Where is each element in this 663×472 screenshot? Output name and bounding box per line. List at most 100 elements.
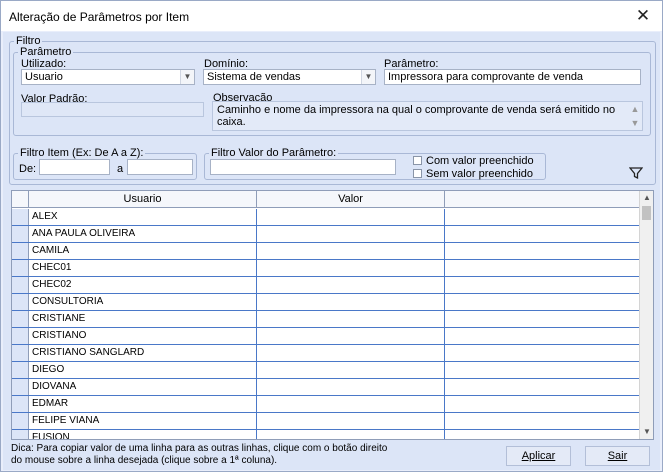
row-selector[interactable] [12,362,29,378]
row-selector[interactable] [12,345,29,361]
table-row[interactable]: DIOVANA [12,379,640,396]
row-selector[interactable] [12,294,29,310]
com-valor-checkbox[interactable] [413,156,422,165]
column-header-blank [445,191,640,208]
table-row[interactable]: FUSION [12,430,640,439]
row-selector[interactable] [12,430,29,439]
cell-usuario[interactable]: CONSULTORIA [29,294,257,310]
com-valor-label: Com valor preenchido [426,155,534,167]
cell-valor[interactable] [257,430,445,439]
de-label: De: [19,163,37,175]
cell-usuario[interactable]: ALEX [29,209,257,225]
cell-valor[interactable] [257,362,445,378]
cell-usuario[interactable]: DIOVANA [29,379,257,395]
row-selector[interactable] [12,226,29,242]
cell-valor[interactable] [257,413,445,429]
cell-valor[interactable] [257,396,445,412]
cell-usuario[interactable]: ANA PAULA OLIVEIRA [29,226,257,242]
table-row[interactable]: ALEX [12,209,640,226]
funnel-icon[interactable] [629,166,643,180]
title-bar: Alteração de Parâmetros por Item ✕ [1,1,662,31]
grid-scrollbar[interactable]: ▲ ▼ [639,191,653,439]
parametro-legend: Parâmetro [20,46,72,58]
valor-padrao-field [21,102,204,117]
cell-usuario[interactable]: CRISTIANO [29,328,257,344]
cell-usuario[interactable]: FUSION [29,430,257,439]
a-label: a [117,163,124,175]
row-selector[interactable] [12,243,29,259]
close-icon[interactable]: ✕ [632,5,654,27]
cell-usuario[interactable]: DIEGO [29,362,257,378]
cell-blank [445,345,640,361]
chevron-down-icon[interactable]: ▼ [628,118,642,128]
observacao-text: Caminho e nome da impressora na qual o c… [217,104,616,128]
cell-blank [445,430,640,439]
parametro-value: Impressora para comprovante de venda [388,71,584,83]
filtro-valor-input[interactable] [210,159,396,175]
cell-valor[interactable] [257,277,445,293]
table-row[interactable]: EDMAR [12,396,640,413]
cell-valor[interactable] [257,294,445,310]
cell-valor[interactable] [257,226,445,242]
chevron-down-icon[interactable]: ▼ [640,425,653,439]
parametro-field[interactable]: Impressora para comprovante de venda [384,69,641,85]
de-input[interactable] [39,159,110,175]
row-selector[interactable] [12,311,29,327]
cell-blank [445,413,640,429]
table-row[interactable]: CRISTIANO SANGLARD [12,345,640,362]
cell-usuario[interactable]: EDMAR [29,396,257,412]
cell-usuario[interactable]: CRISTIANO SANGLARD [29,345,257,361]
chevron-up-icon[interactable]: ▲ [628,104,642,114]
table-row[interactable]: FELIPE VIANA [12,413,640,430]
cell-blank [445,311,640,327]
dominio-combo[interactable]: Sistema de vendas ▼ [203,69,376,85]
chevron-up-icon[interactable]: ▲ [640,191,653,205]
cell-usuario[interactable]: CRISTIANE [29,311,257,327]
row-selector[interactable] [12,277,29,293]
column-header-usuario[interactable]: Usuario [29,191,257,208]
table-row[interactable]: CONSULTORIA [12,294,640,311]
cell-usuario[interactable]: FELIPE VIANA [29,413,257,429]
cell-usuario[interactable]: CAMILA [29,243,257,259]
table-row[interactable]: CRISTIANO [12,328,640,345]
cell-usuario[interactable]: CHEC01 [29,260,257,276]
cell-valor[interactable] [257,260,445,276]
table-row[interactable]: CAMILA [12,243,640,260]
observacao-scrollbar[interactable]: ▲ ▼ [628,102,642,130]
a-input[interactable] [127,159,193,175]
sair-button[interactable]: Sair [585,446,650,466]
aplicar-button[interactable]: Aplicar [506,446,571,466]
cell-blank [445,396,640,412]
row-selector[interactable] [12,396,29,412]
cell-blank [445,209,640,225]
cell-blank [445,362,640,378]
cell-blank [445,243,640,259]
sair-label: Sair [607,450,628,462]
aplicar-label: Aplicar [521,450,556,462]
table-row[interactable]: CHEC02 [12,277,640,294]
row-selector[interactable] [12,379,29,395]
row-selector[interactable] [12,260,29,276]
cell-valor[interactable] [257,311,445,327]
cell-usuario[interactable]: CHEC02 [29,277,257,293]
cell-valor[interactable] [257,243,445,259]
table-row[interactable]: CHEC01 [12,260,640,277]
chevron-down-icon[interactable]: ▼ [180,70,194,84]
row-selector[interactable] [12,413,29,429]
cell-valor[interactable] [257,345,445,361]
scrollbar-thumb[interactable] [642,206,651,220]
table-row[interactable]: DIEGO [12,362,640,379]
cell-blank [445,294,640,310]
table-row[interactable]: CRISTIANE [12,311,640,328]
cell-valor[interactable] [257,379,445,395]
cell-valor[interactable] [257,328,445,344]
row-selector[interactable] [12,328,29,344]
column-header-valor[interactable]: Valor [257,191,445,208]
row-selector-header [12,191,29,208]
cell-valor[interactable] [257,209,445,225]
chevron-down-icon[interactable]: ▼ [361,70,375,84]
utilizado-combo[interactable]: Usuario ▼ [21,69,195,85]
row-selector[interactable] [12,209,29,225]
table-row[interactable]: ANA PAULA OLIVEIRA [12,226,640,243]
sem-valor-checkbox[interactable] [413,169,422,178]
